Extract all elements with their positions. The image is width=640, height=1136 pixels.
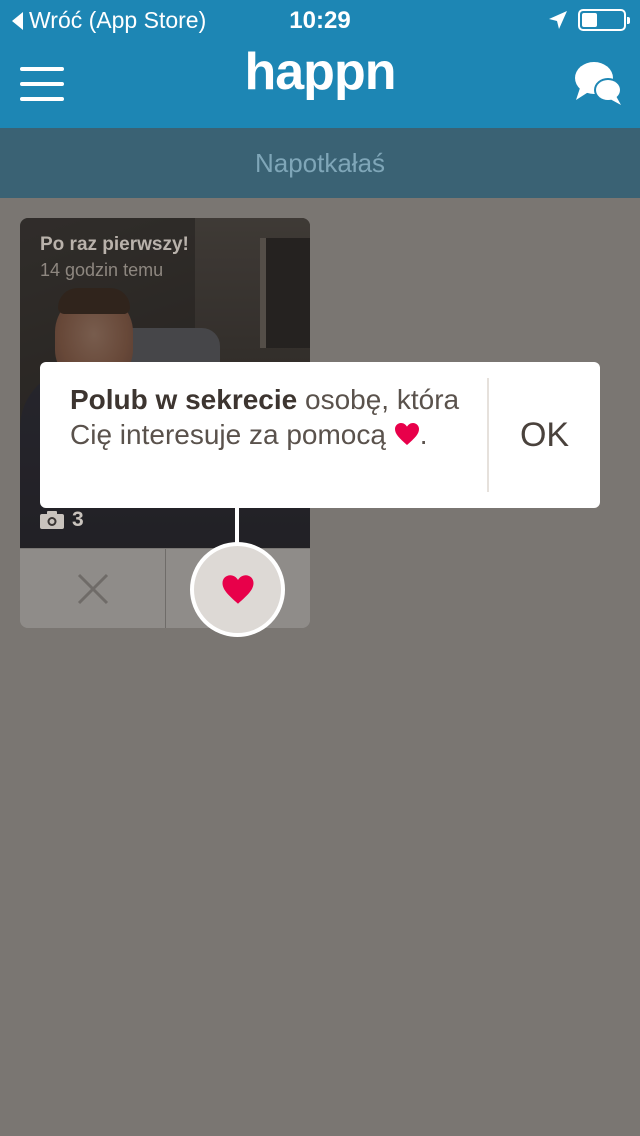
photo-count-value: 3 <box>72 508 84 531</box>
secret-like-tooltip: Polub w sekrecie osobę, która Cię intere… <box>40 362 600 508</box>
tooltip-bold-text: Polub w sekrecie <box>70 384 298 415</box>
tooltip-end-text: . <box>419 419 428 450</box>
heart-icon <box>222 575 253 604</box>
app-logo: happn <box>244 43 397 101</box>
top-bar: Wróć (App Store) 10:29 happn <box>0 0 640 128</box>
chat-bubbles-icon[interactable] <box>572 58 624 108</box>
photo-count: 3 <box>40 508 84 532</box>
card-headline: Po raz pierwszy! <box>40 234 189 255</box>
location-arrow-icon <box>549 11 567 29</box>
tooltip-message: Polub w sekrecie osobę, która Cię intere… <box>70 382 490 452</box>
card-time-ago: 14 godzin temu <box>40 260 164 280</box>
heart-icon <box>394 423 419 445</box>
subheader: Napotkałaś <box>0 128 640 198</box>
dismiss-x-icon[interactable] <box>75 571 111 607</box>
ok-button[interactable]: OK <box>489 362 600 508</box>
clock: 10:29 <box>289 7 351 34</box>
like-button[interactable] <box>190 542 285 637</box>
battery-icon <box>578 9 630 31</box>
status-bar: Wróć (App Store) 10:29 <box>0 0 640 40</box>
camera-icon <box>40 511 64 529</box>
